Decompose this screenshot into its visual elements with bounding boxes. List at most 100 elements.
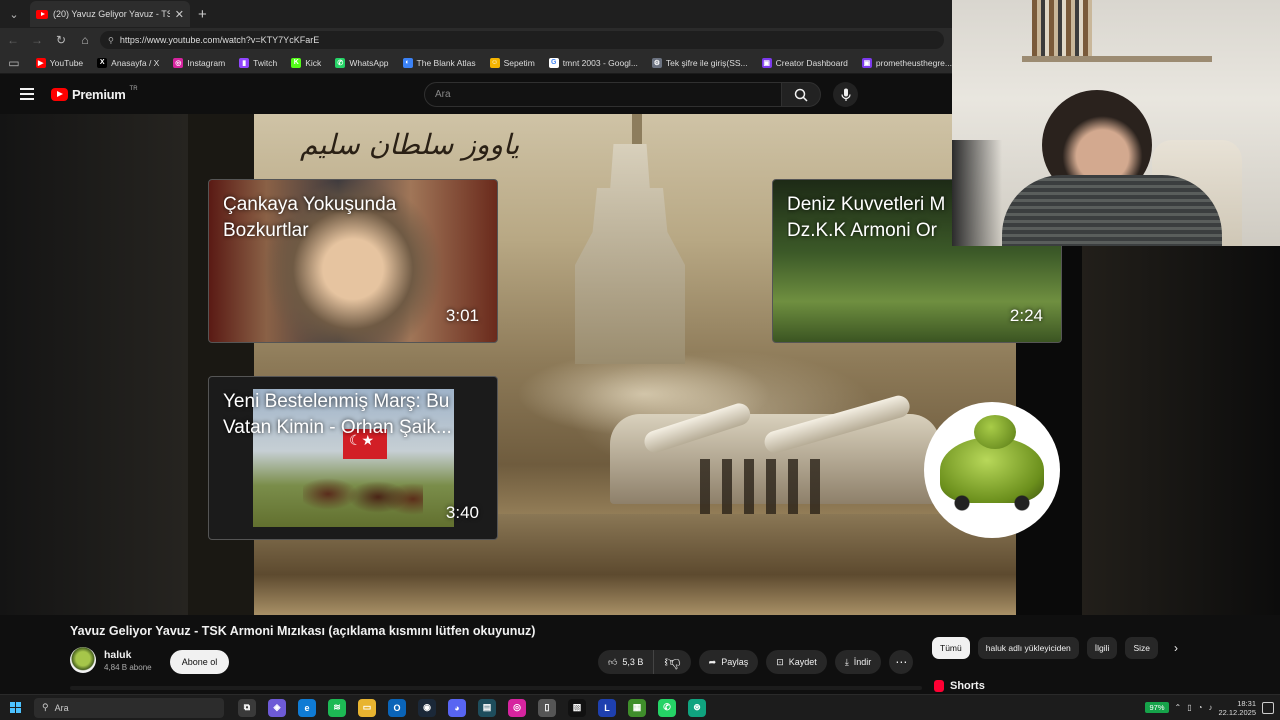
outlook-icon[interactable]: O <box>388 698 406 717</box>
copilot-icon[interactable]: ◈ <box>268 698 286 717</box>
description-box-edge <box>70 686 922 690</box>
bookmark-icon: ⊡ <box>776 656 784 667</box>
bookmark-item[interactable]: X Anasayfa / X <box>97 57 160 68</box>
more-actions-icon[interactable]: ⋯ <box>889 650 914 674</box>
video-title: Yavuz Geliyor Yavuz - TSK Armoni Mızıkas… <box>70 624 536 638</box>
file-explorer-icon[interactable]: ▭ <box>358 698 376 717</box>
tab-list-chevron-icon[interactable]: ⌄ <box>2 2 26 26</box>
search-input[interactable]: Ara <box>424 82 782 107</box>
taskbar-search-placeholder: Ara <box>54 702 69 713</box>
cavalry-riders <box>303 469 423 519</box>
search-icon <box>794 88 808 102</box>
discord-icon[interactable]: ◕ <box>448 698 466 717</box>
download-button[interactable]: ⤓ İndir <box>834 650 882 674</box>
bookmark-item[interactable]: ◎ Instagram <box>173 57 225 68</box>
app-dark-icon[interactable]: ▤ <box>478 698 496 717</box>
bookmark-item[interactable]: ⚙ Tek şifre ile giriş(SS... <box>651 57 748 68</box>
bookmark-item[interactable]: ☺ Sepetim <box>489 57 535 68</box>
start-button[interactable] <box>0 702 30 713</box>
channel-avatar[interactable] <box>70 647 96 673</box>
new-tab-plus-icon[interactable]: + <box>198 6 207 23</box>
search-button[interactable] <box>781 82 821 107</box>
dislike-button[interactable]: 👎︎ <box>654 650 690 674</box>
reload-icon[interactable]: ↻ <box>52 33 70 47</box>
end-card-duration: 3:01 <box>445 306 479 325</box>
bookmark-item[interactable]: ✆ WhatsApp <box>335 57 389 68</box>
bookmarks-menu-icon[interactable]: ▭ <box>6 56 22 70</box>
bookmark-favicon-icon: ✆ <box>335 57 346 68</box>
task-view-icon[interactable]: ⧉ <box>238 698 256 717</box>
taskbar-search[interactable]: ⚲ Ara <box>34 697 224 718</box>
youtube-favicon-icon <box>36 9 48 19</box>
bookmark-label: Tek şifre ile giriş(SS... <box>665 57 748 68</box>
bookmark-item[interactable]: ▶ YouTube <box>35 57 83 68</box>
end-screen-card[interactable]: Yeni Bestelenmiş Marş: Bu Vatan Kimin - … <box>208 376 498 540</box>
bookmark-favicon-icon: ▣ <box>861 57 872 68</box>
bookmark-item[interactable]: ▣ Creator Dashboard <box>761 57 848 68</box>
taskbar-apps: ⧉ ◈ e ≋ ▭ O ◉ ◕ ▤ ◎ ▯ ▧ L ▦ ✆ ⊛ <box>238 698 706 717</box>
clock-date: 22.12.2025 <box>1218 707 1256 717</box>
network-icon[interactable]: ◔ <box>1198 703 1203 712</box>
battery-indicator[interactable]: 97% <box>1145 702 1169 713</box>
end-card-title: Çankaya Yokuşunda Bozkurtlar <box>223 194 397 241</box>
share-button[interactable]: ➦ Paylaş <box>698 650 759 674</box>
download-icon: ⤓ <box>844 656 849 667</box>
chevron-up-icon[interactable]: ⌃ <box>1175 703 1182 712</box>
save-label: Kaydet <box>788 657 817 667</box>
steam-icon[interactable]: ◉ <box>418 698 436 717</box>
site-info-icon[interactable]: ⚲ <box>108 36 114 45</box>
spotify-icon[interactable]: ≋ <box>328 698 346 717</box>
chip-for-you[interactable]: Size <box>1125 637 1158 659</box>
forward-arrow-icon[interactable]: → <box>28 33 46 47</box>
usb-icon[interactable]: ▯ <box>1187 703 1191 712</box>
webcam-overlay <box>952 0 1280 246</box>
chatgpt-icon[interactable]: ⊛ <box>688 698 706 717</box>
home-icon[interactable]: ⌂ <box>76 33 94 47</box>
capcut-icon[interactable]: ▧ <box>568 698 586 717</box>
instagram-icon[interactable]: ◎ <box>508 698 526 717</box>
edge-icon[interactable]: e <box>298 698 316 717</box>
bookmark-item[interactable]: Gtmnt 2003 - Googl... <box>548 57 638 68</box>
end-card-title: Yeni Bestelenmiş Marş: Bu Vatan Kimin - … <box>223 391 452 438</box>
thumbs-up-icon: 👍︎ <box>608 656 618 667</box>
bookshelf-books <box>1032 0 1092 56</box>
channel-name[interactable]: haluk <box>104 649 131 661</box>
system-tray: 97% ⌃ ▯ ◔ ♪ 18:31 22.12.2025 <box>1145 699 1280 717</box>
subscriber-count: 4,84 B abone <box>104 663 152 672</box>
back-arrow-icon[interactable]: ← <box>4 33 22 47</box>
save-button[interactable]: ⊡ Kaydet <box>766 650 827 674</box>
clock[interactable]: 18:31 22.12.2025 <box>1218 699 1256 717</box>
chip-all[interactable]: Tümü <box>932 637 970 659</box>
logo-country: TR <box>129 85 138 92</box>
channel-watermark-subscribe[interactable] <box>924 402 1060 538</box>
subscribe-button[interactable]: Abone ol <box>170 650 229 674</box>
windows-taskbar: ⚲ Ara ⧉ ◈ e ≋ ▭ O ◉ ◕ ▤ ◎ ▯ ▧ L ▦ ✆ ⊛ 97% ⌃ ▯ ◔ ♪ 18:31… <box>0 694 1280 720</box>
bookmark-label: Creator Dashboard <box>775 57 848 68</box>
chevron-right-icon[interactable]: › <box>1166 637 1186 659</box>
end-screen-card[interactable]: Çankaya Yokuşunda Bozkurtlar 3:01 <box>208 179 498 343</box>
chip-from-uploader[interactable]: haluk adlı yükleyiciden <box>977 637 1079 659</box>
menu-hamburger-icon[interactable] <box>20 88 34 100</box>
volume-icon[interactable]: ♪ <box>1208 703 1212 712</box>
whatsapp-icon[interactable]: ✆ <box>658 698 676 717</box>
bookmark-item[interactable]: ▮ Twitch <box>239 57 277 68</box>
bookmark-item[interactable]: K Kick <box>291 57 321 68</box>
like-count: 5,3 B <box>622 657 644 667</box>
address-bar[interactable]: ⚲ https://www.youtube.com/watch?v=KTY7Yc… <box>100 31 944 49</box>
minecraft-icon[interactable]: ▦ <box>628 698 646 717</box>
notification-icon[interactable] <box>1262 701 1274 714</box>
tab-close-icon[interactable]: ✕ <box>175 8 184 21</box>
lol-icon[interactable]: L <box>598 698 616 717</box>
bookmark-label: Anasayfa / X <box>111 57 160 68</box>
bookmark-item[interactable]: ◐ The Blank Atlas <box>402 57 476 68</box>
chip-related[interactable]: İlgili <box>1086 637 1118 659</box>
notepad-icon[interactable]: ▯ <box>538 698 556 717</box>
voice-search-button[interactable] <box>833 82 858 107</box>
like-button[interactable]: 👍︎ 5,3 B <box>598 650 655 674</box>
browser-tab-active[interactable]: (20) Yavuz Geliyor Yavuz - TSK Arm ✕ <box>30 1 190 27</box>
bookmark-item[interactable]: ▣ prometheusthegre... <box>861 57 952 68</box>
video-ottoman-caption: یاووز سلطان سلیم <box>300 128 520 161</box>
bookmark-favicon-icon: ▶ <box>35 57 46 68</box>
screen: { "browser": { "tab_title": "(20) Yavuz … <box>0 0 1280 720</box>
youtube-logo[interactable]: Premium TR <box>51 85 138 102</box>
